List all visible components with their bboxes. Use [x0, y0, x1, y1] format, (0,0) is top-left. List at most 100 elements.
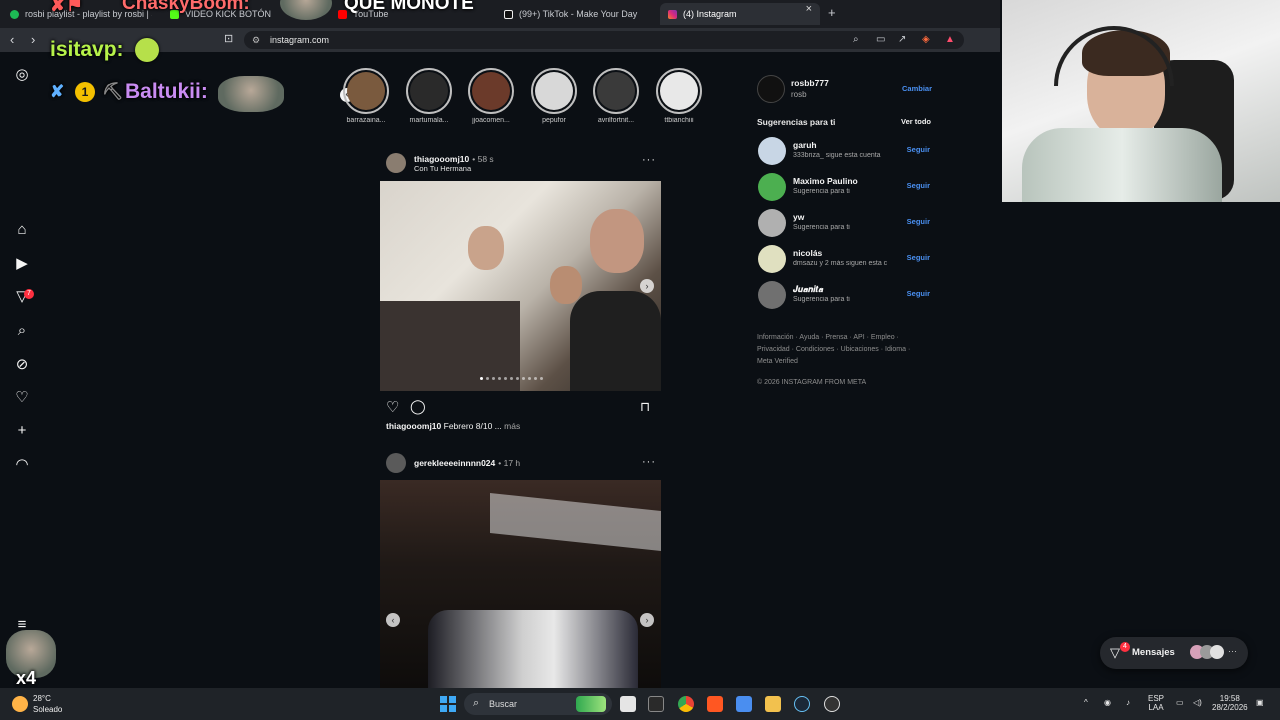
- spotify-icon: [10, 9, 19, 19]
- tab-tiktok[interactable]: (99+) TikTok - Make Your Day: [496, 3, 656, 25]
- person-face: [550, 266, 582, 304]
- avatar[interactable]: [758, 281, 786, 309]
- brave-shield-icon[interactable]: ◈: [922, 34, 930, 45]
- taskbar-search[interactable]: ⌕ Buscar: [464, 693, 612, 715]
- obs-icon[interactable]: [824, 696, 840, 712]
- weather-temp[interactable]: 28°C: [33, 694, 51, 703]
- suggestion-name[interactable]: garuh: [793, 140, 817, 150]
- banner: [490, 493, 661, 551]
- windows-start-icon[interactable]: [440, 696, 456, 712]
- share-icon[interactable]: ↗: [898, 34, 906, 45]
- forward-icon[interactable]: ›: [31, 32, 35, 47]
- language-code: ESP: [1148, 694, 1165, 703]
- explore-icon[interactable]: ⊘: [13, 356, 31, 374]
- story-item[interactable]: avrilfortnit...: [586, 68, 646, 124]
- footer-links[interactable]: Información · Ayuda · Prensa · API · Emp…: [757, 334, 899, 341]
- streamer-shirt: [1022, 128, 1222, 202]
- back-icon[interactable]: ‹: [10, 32, 14, 47]
- follow-button[interactable]: Seguir: [907, 145, 930, 154]
- clock[interactable]: 19:58 28/2/2026: [1212, 694, 1248, 712]
- task-view-icon[interactable]: [620, 696, 636, 712]
- see-all-link[interactable]: Ver todo: [901, 117, 931, 126]
- instagram-icon: [668, 9, 677, 19]
- weather-text[interactable]: Soleado: [33, 705, 62, 714]
- avatar[interactable]: [386, 453, 406, 473]
- suggestion-item: yw Sugerencia para ti Seguir: [758, 209, 930, 239]
- footer-links[interactable]: Privacidad · Condiciones · Ubicaciones ·…: [757, 346, 910, 353]
- new-tab-button[interactable]: +: [828, 5, 836, 20]
- epic-games-icon[interactable]: [648, 696, 664, 712]
- bookmark-icon[interactable]: ⊡: [224, 32, 233, 45]
- menu-icon[interactable]: ≡: [13, 616, 31, 634]
- search-icon[interactable]: ⌕: [13, 322, 31, 340]
- next-arrow-icon[interactable]: ›: [640, 279, 654, 293]
- instagram-logo-icon[interactable]: ◎: [13, 66, 31, 84]
- follow-button[interactable]: Seguir: [907, 289, 930, 298]
- switch-account-link[interactable]: Cambiar: [902, 84, 932, 93]
- network-icon[interactable]: ▭: [1176, 698, 1184, 707]
- caption-username[interactable]: thiagooomj10: [386, 421, 441, 431]
- reels-icon[interactable]: ▶: [13, 255, 31, 273]
- home-icon[interactable]: ⌂: [13, 221, 31, 239]
- chat-username: Baltukii:: [125, 80, 208, 103]
- steam-icon[interactable]: [794, 696, 810, 712]
- site-settings-icon[interactable]: ⚙: [252, 31, 260, 49]
- post-username[interactable]: thiagooomj10: [414, 154, 469, 164]
- notifications-icon[interactable]: ▣: [1256, 698, 1264, 707]
- story-item[interactable]: pepufor: [524, 68, 584, 124]
- discord-icon[interactable]: ◉: [1104, 698, 1111, 707]
- avatar[interactable]: [758, 173, 786, 201]
- next-arrow-icon[interactable]: ›: [640, 613, 654, 627]
- story-item[interactable]: barrazaina...: [336, 68, 396, 124]
- story-item[interactable]: martumala...: [399, 68, 459, 124]
- more-options-icon[interactable]: ···: [642, 456, 656, 468]
- account-username[interactable]: rosbb777: [791, 78, 829, 88]
- tab-instagram[interactable]: (4) Instagram ×: [660, 3, 820, 25]
- avatar[interactable]: [758, 209, 786, 237]
- file-explorer-icon[interactable]: [765, 696, 781, 712]
- weather-icon[interactable]: [12, 696, 28, 712]
- story-username: avrilfortnit...: [597, 117, 635, 124]
- prev-arrow-icon[interactable]: ‹: [386, 613, 400, 627]
- avatar[interactable]: [758, 137, 786, 165]
- suggestion-name[interactable]: nicolás: [793, 248, 822, 258]
- post-time: • 58 s: [472, 153, 494, 164]
- follow-button[interactable]: Seguir: [907, 217, 930, 226]
- dashboard-icon[interactable]: ◠: [13, 456, 31, 474]
- story-item[interactable]: ttbianchiii: [649, 68, 709, 124]
- zoom-icon[interactable]: ⌕: [853, 34, 859, 45]
- caption-more-link[interactable]: más: [504, 421, 520, 431]
- avatar[interactable]: [757, 75, 785, 103]
- comment-icon[interactable]: ◯: [410, 398, 426, 415]
- microphone-icon[interactable]: ♪: [1126, 698, 1130, 707]
- post-username[interactable]: gerekleeeeinnnn024: [414, 458, 495, 468]
- post-image[interactable]: [380, 181, 661, 391]
- footer-links[interactable]: Meta Verified: [757, 358, 798, 365]
- like-icon[interactable]: ♡: [386, 398, 399, 416]
- avatar[interactable]: [758, 245, 786, 273]
- avatar[interactable]: [386, 153, 406, 173]
- language-indicator[interactable]: ESP LAA: [1148, 694, 1164, 712]
- follow-button[interactable]: Seguir: [907, 181, 930, 190]
- create-icon[interactable]: +: [13, 422, 31, 440]
- brave-rewards-icon[interactable]: ▲: [945, 34, 955, 45]
- save-icon[interactable]: ⊓: [640, 399, 650, 415]
- more-options-icon[interactable]: ···: [642, 154, 656, 166]
- story-avatar: [472, 72, 510, 110]
- cast-icon[interactable]: ▭: [876, 34, 885, 45]
- close-icon[interactable]: ×: [806, 3, 812, 15]
- tray-chevron-icon[interactable]: ^: [1084, 698, 1088, 707]
- post-image[interactable]: [380, 480, 661, 688]
- store-icon[interactable]: [736, 696, 752, 712]
- suggestion-name[interactable]: yw: [793, 212, 804, 222]
- brave-icon[interactable]: [707, 696, 723, 712]
- suggestion-name[interactable]: 𝑱𝒖𝒂𝒏𝒊𝒕𝒂: [793, 284, 823, 295]
- suggestion-name[interactable]: Maximo Paulino: [793, 176, 858, 186]
- volume-icon[interactable]: ◁): [1193, 698, 1202, 707]
- messages-button[interactable]: ▽ 4 Mensajes ···: [1100, 637, 1248, 669]
- heart-icon[interactable]: ♡: [13, 389, 31, 407]
- post-audio[interactable]: Con Tu Hermana: [414, 164, 494, 173]
- story-item[interactable]: jjoacomen...: [461, 68, 521, 124]
- chrome-icon[interactable]: [678, 696, 694, 712]
- follow-button[interactable]: Seguir: [907, 253, 930, 262]
